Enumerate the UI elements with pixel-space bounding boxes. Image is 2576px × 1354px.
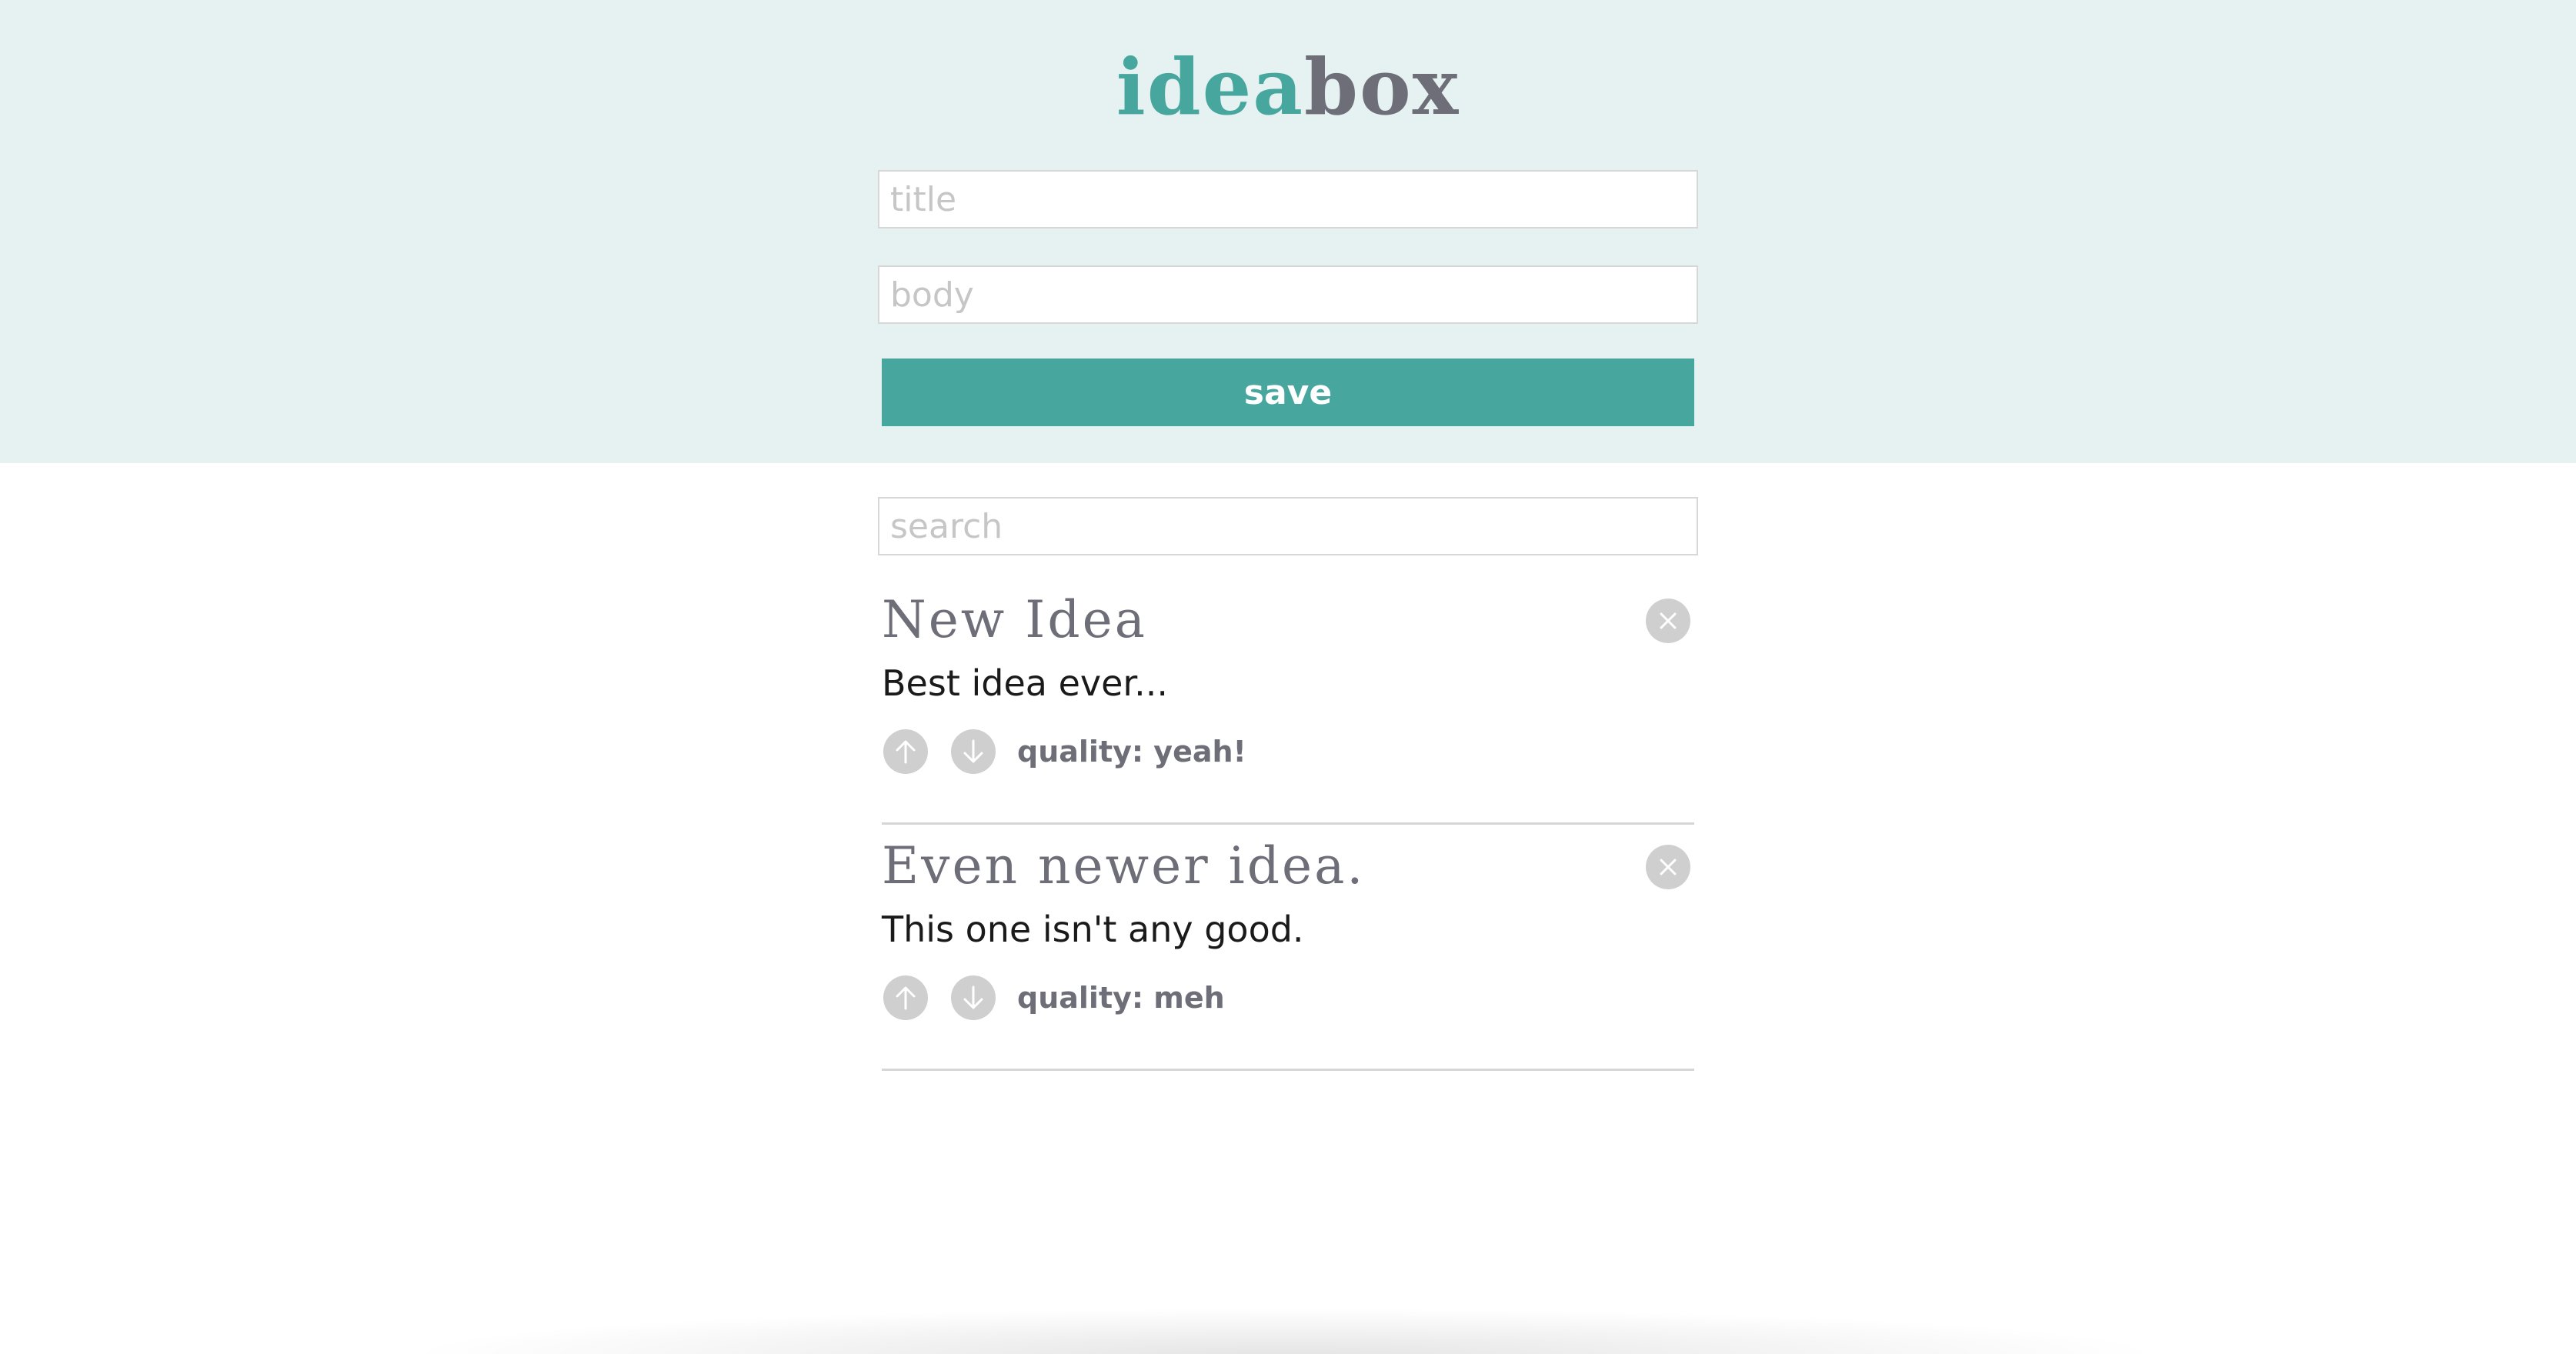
idea-body[interactable]: Best idea ever...: [882, 660, 1168, 706]
downvote-button[interactable]: [951, 729, 996, 774]
arrow-down-icon: [963, 739, 983, 763]
bottom-shadow: [400, 1308, 2170, 1354]
title-input[interactable]: [878, 170, 1698, 228]
quality-label: quality: yeah!: [1017, 735, 1246, 769]
idea-title[interactable]: Even newer idea.: [882, 834, 1365, 899]
downvote-button[interactable]: [951, 975, 996, 1020]
arrow-up-icon: [896, 740, 916, 764]
save-button[interactable]: save: [882, 359, 1694, 426]
quality-label: quality: meh: [1017, 981, 1225, 1015]
arrow-up-icon: [896, 986, 916, 1010]
body-input[interactable]: [878, 265, 1698, 324]
delete-idea-button[interactable]: [1646, 599, 1690, 643]
logo-part-box: box: [1304, 42, 1460, 132]
arrow-down-icon: [963, 985, 983, 1009]
logo-part-idea: idea: [1116, 42, 1305, 132]
upvote-button[interactable]: [883, 975, 928, 1020]
close-icon: [1660, 612, 1677, 629]
search-input[interactable]: [878, 497, 1698, 555]
idea-list: New Idea Best idea ever... quality: yeah…: [882, 579, 1694, 1071]
upvote-button[interactable]: [883, 729, 928, 774]
close-icon: [1660, 859, 1677, 875]
idea-body[interactable]: This one isn't any good.: [882, 906, 1304, 952]
delete-idea-button[interactable]: [1646, 845, 1690, 889]
idea-card: New Idea Best idea ever... quality: yeah…: [882, 579, 1694, 825]
idea-title[interactable]: New Idea: [882, 588, 1147, 652]
app-logo: ideabox: [0, 37, 2576, 137]
idea-card: Even newer idea. This one isn't any good…: [882, 825, 1694, 1071]
